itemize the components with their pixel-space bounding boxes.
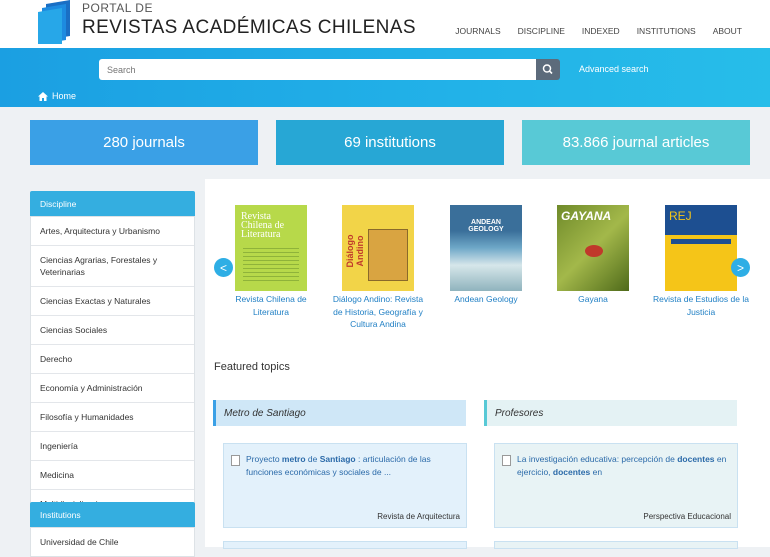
stat-articles[interactable]: 83.866 journal articles: [522, 120, 750, 165]
nav-about[interactable]: ABOUT: [713, 26, 742, 36]
article-title-highlight: metro: [281, 454, 306, 464]
topic-heading[interactable]: Profesores: [484, 400, 737, 426]
topic-article-card[interactable]: La investigación educativa: percepción d…: [494, 443, 738, 528]
stat-journals[interactable]: 280 journals: [30, 120, 258, 165]
article-title-highlight: docentes: [552, 467, 591, 477]
carousel-next-button[interactable]: >: [731, 258, 750, 277]
breadcrumb-home-label: Home: [52, 91, 77, 101]
journal-title[interactable]: Diálogo Andino: Revista de Historia, Geo…: [330, 293, 426, 331]
featured-topics-title: Featured topics: [214, 361, 290, 373]
search-button[interactable]: [536, 59, 560, 80]
top-nav: JOURNALS DISCIPLINE INDEXED INSTITUTIONS…: [438, 26, 742, 36]
article-title-text: de: [305, 454, 320, 464]
stat-institutions[interactable]: 69 institutions: [276, 120, 504, 165]
discipline-item-artes[interactable]: Artes, Arquitectura y Urbanismo: [31, 217, 194, 246]
document-icon: [231, 455, 240, 466]
journal-title[interactable]: Andean Geology: [438, 293, 534, 306]
main-content: < Revista Chilena de Literatura Revista …: [205, 179, 770, 549]
journal-cover[interactable]: ANDEAN GEOLOGY: [450, 205, 522, 291]
discipline-item-exactas[interactable]: Ciencias Exactas y Naturales: [31, 287, 194, 316]
topic-article-card-partial[interactable]: [494, 541, 738, 549]
logo-icon[interactable]: [36, 0, 78, 44]
breadcrumb-home[interactable]: Home: [38, 91, 76, 101]
article-journal: Revista de Arquitectura: [377, 512, 460, 521]
article-title-text: La investigación educativa: percepción d…: [517, 454, 678, 464]
institutions-list: Universidad de Chile: [30, 527, 195, 557]
discipline-item-ingenieria[interactable]: Ingeniería: [31, 432, 194, 461]
journal-card[interactable]: GAYANA Gayana: [545, 205, 641, 306]
journal-title[interactable]: Gayana: [545, 293, 641, 306]
journal-cover[interactable]: GAYANA: [557, 205, 629, 291]
article-title-text: Proyecto: [246, 454, 282, 464]
journal-carousel: < Revista Chilena de Literatura Revista …: [205, 179, 770, 339]
discipline-item-sociales[interactable]: Ciencias Sociales: [31, 316, 194, 345]
home-icon: [38, 91, 48, 101]
journal-title[interactable]: Revista Chilena de Literatura: [223, 293, 319, 318]
discipline-list: Artes, Arquitectura y Urbanismo Ciencias…: [30, 216, 195, 519]
institutions-heading: Institutions: [30, 502, 195, 527]
nav-institutions[interactable]: INSTITUTIONS: [637, 26, 696, 36]
article-title-highlight: Santiago: [319, 454, 356, 464]
article-title-text: en: [590, 467, 603, 477]
nav-discipline[interactable]: DISCIPLINE: [518, 26, 565, 36]
portal-subtitle: PORTAL DE: [82, 1, 153, 15]
discipline-item-filosofia[interactable]: Filosofía y Humanidades: [31, 403, 194, 432]
article-journal: Perspectiva Educacional: [643, 512, 731, 521]
article-title[interactable]: La investigación educativa: percepción d…: [517, 453, 729, 479]
search-banner: Advanced search Home: [0, 48, 770, 107]
article-title-highlight: docentes: [677, 454, 715, 464]
journal-cover[interactable]: Diálogo Andino: [342, 205, 414, 291]
search-input[interactable]: [99, 59, 536, 80]
chevron-right-icon: >: [736, 260, 744, 275]
discipline-item-derecho[interactable]: Derecho: [31, 345, 194, 374]
search-icon: [542, 64, 553, 75]
cover-text: ANDEAN GEOLOGY: [468, 219, 504, 233]
journal-title[interactable]: Revista de Estudios de la Justicia: [653, 293, 749, 318]
discipline-item-medicina[interactable]: Medicina: [31, 461, 194, 490]
topic-article-card[interactable]: Proyecto metro de Santiago : articulació…: [223, 443, 467, 528]
sidebar: Discipline Artes, Arquitectura y Urbanis…: [20, 179, 205, 557]
journal-card[interactable]: Diálogo Andino Diálogo Andino: Revista d…: [330, 205, 426, 331]
discipline-item-economia[interactable]: Economía y Administración: [31, 374, 194, 403]
cover-text: Revista Chilena de Literatura: [241, 211, 285, 240]
discipline-item-agrarias[interactable]: Ciencias Agrarias, Forestales y Veterina…: [31, 246, 194, 287]
discipline-heading: Discipline: [30, 191, 195, 216]
header: PORTAL DE REVISTAS ACADÉMICAS CHILENAS J…: [0, 0, 770, 48]
portal-title[interactable]: REVISTAS ACADÉMICAS CHILENAS: [82, 17, 416, 39]
cover-text: Diálogo Andino: [345, 234, 365, 268]
institution-item[interactable]: Universidad de Chile: [31, 528, 194, 556]
document-icon: [502, 455, 511, 466]
journal-cover[interactable]: Revista Chilena de Literatura: [235, 205, 307, 291]
nav-indexed[interactable]: INDEXED: [582, 26, 620, 36]
cover-text: GAYANA: [561, 209, 612, 223]
topic-article-card-partial[interactable]: [223, 541, 467, 549]
advanced-search-link[interactable]: Advanced search: [579, 64, 649, 74]
cover-text: REJ: [669, 209, 692, 223]
nav-journals[interactable]: JOURNALS: [455, 26, 500, 36]
journal-cover[interactable]: REJ: [665, 205, 737, 291]
journal-card[interactable]: ANDEAN GEOLOGY Andean Geology: [438, 205, 534, 306]
journal-card[interactable]: Revista Chilena de Literatura Revista Ch…: [223, 205, 319, 318]
article-title[interactable]: Proyecto metro de Santiago : articulació…: [246, 453, 458, 479]
topic-heading[interactable]: Metro de Santiago: [213, 400, 466, 426]
